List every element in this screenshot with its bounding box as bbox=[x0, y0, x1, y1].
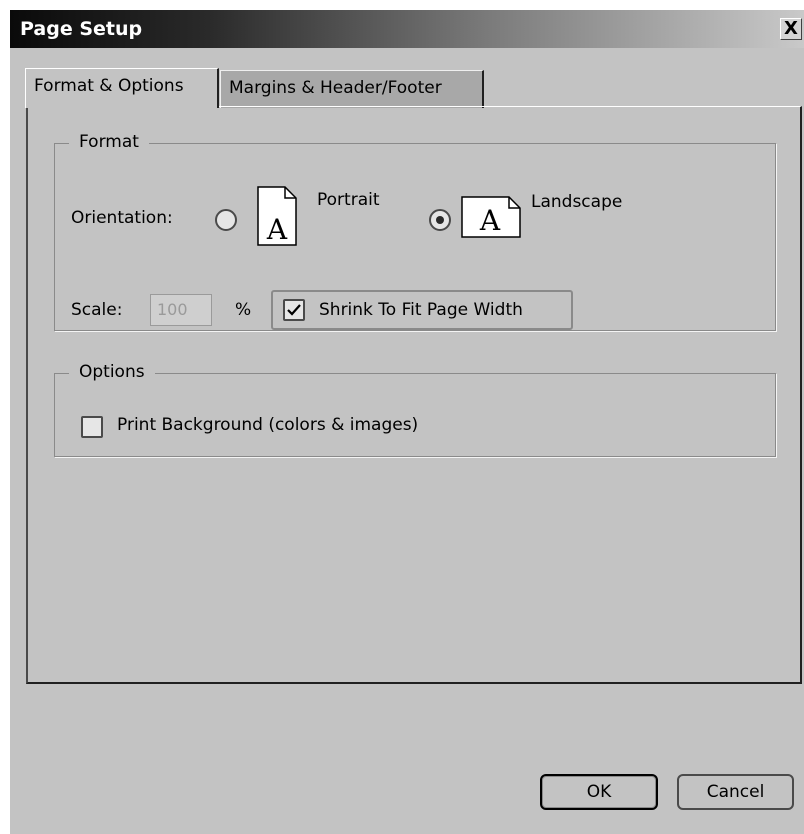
ok-button[interactable]: OK bbox=[540, 774, 658, 810]
title-bar[interactable]: Page Setup X bbox=[10, 10, 804, 48]
portrait-label: Portrait bbox=[317, 190, 380, 210]
scale-value: 100 bbox=[157, 300, 188, 319]
scale-input[interactable]: 100 bbox=[150, 294, 212, 326]
cancel-button[interactable]: Cancel bbox=[677, 774, 794, 810]
shrink-to-fit-control[interactable]: Shrink To Fit Page Width bbox=[271, 290, 573, 330]
tab-label: Margins & Header/Footer bbox=[229, 78, 442, 98]
options-group: Options Print Background (colors & image… bbox=[54, 362, 776, 457]
dialog-title: Page Setup bbox=[20, 18, 143, 40]
orientation-label: Orientation: bbox=[71, 208, 173, 228]
format-group: Format Orientation: A Portrait A Landsca… bbox=[54, 132, 776, 331]
percent-label: % bbox=[235, 300, 252, 320]
close-button[interactable]: X bbox=[780, 18, 802, 40]
checkmark-icon bbox=[287, 304, 301, 316]
ok-label: OK bbox=[586, 782, 612, 802]
portrait-page-icon: A bbox=[257, 186, 297, 246]
shrink-to-fit-label: Shrink To Fit Page Width bbox=[319, 300, 523, 320]
print-background-label[interactable]: Print Background (colors & images) bbox=[117, 415, 418, 435]
tab-margins-header-footer[interactable]: Margins & Header/Footer bbox=[220, 70, 484, 108]
cancel-label: Cancel bbox=[706, 782, 765, 802]
radio-selected-dot bbox=[436, 216, 444, 224]
tab-label: Format & Options bbox=[34, 76, 184, 96]
format-group-legend: Format bbox=[69, 132, 149, 152]
page-setup-dialog: Page Setup X Format & Options Margins & … bbox=[10, 10, 804, 834]
scale-label: Scale: bbox=[71, 300, 123, 320]
tab-format-options[interactable]: Format & Options bbox=[25, 68, 219, 108]
portrait-radio[interactable] bbox=[215, 209, 237, 231]
landscape-page-icon: A bbox=[461, 196, 521, 238]
tab-panel-format-options: Format Orientation: A Portrait A Landsca… bbox=[26, 106, 802, 684]
landscape-radio[interactable] bbox=[429, 209, 451, 231]
options-group-legend: Options bbox=[69, 362, 155, 382]
close-icon: X bbox=[784, 18, 798, 39]
print-background-checkbox[interactable] bbox=[81, 416, 103, 438]
landscape-label: Landscape bbox=[531, 192, 623, 212]
landscape-page-glyph: A bbox=[479, 204, 501, 237]
shrink-to-fit-checkbox[interactable] bbox=[283, 299, 305, 321]
portrait-page-glyph: A bbox=[266, 213, 288, 246]
